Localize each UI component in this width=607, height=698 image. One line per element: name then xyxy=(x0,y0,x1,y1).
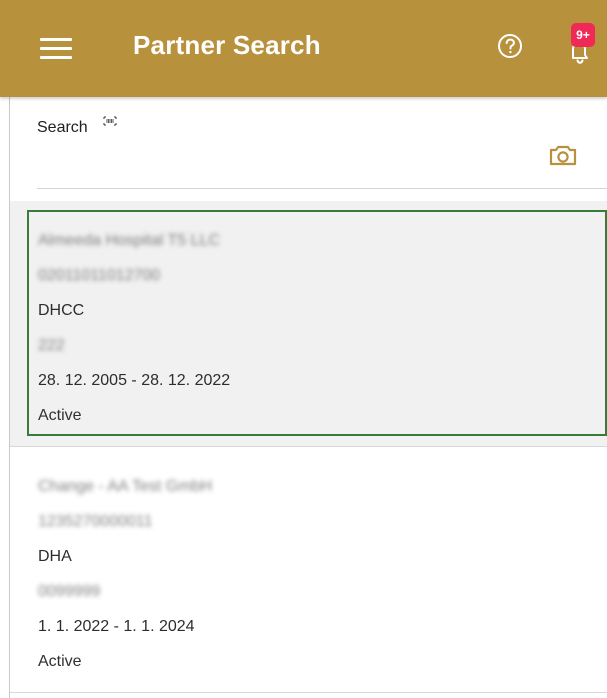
help-icon xyxy=(498,34,522,58)
partner-results-list: Almeeda Hospital T5 LLC 02011011012700 D… xyxy=(10,201,607,693)
partner-search-screen: Partner Search 9+ Search Almeeda Hospita… xyxy=(0,0,607,698)
partner-id: 1235270000011 xyxy=(38,512,153,530)
partner-date-range: 28. 12. 2005 - 28. 12. 2022 xyxy=(38,371,231,389)
partner-status: Active xyxy=(38,652,82,670)
partner-status: Active xyxy=(38,406,82,424)
search-input[interactable] xyxy=(37,143,541,179)
barcode-icon[interactable] xyxy=(103,116,117,126)
partner-code: 0099999 xyxy=(38,582,101,600)
partner-type: DHCC xyxy=(38,301,85,319)
partner-name: Change - AA Test GmbH xyxy=(38,477,213,495)
search-divider xyxy=(37,188,607,189)
menu-icon-line xyxy=(40,38,72,41)
help-button[interactable] xyxy=(497,33,523,59)
menu-icon-line xyxy=(40,47,72,50)
app-header: Partner Search 9+ xyxy=(0,0,607,97)
camera-button[interactable] xyxy=(546,140,580,170)
partner-result-card[interactable]: Almeeda Hospital T5 LLC 02011011012700 D… xyxy=(10,201,607,447)
page-title: Partner Search xyxy=(133,30,321,60)
camera-icon xyxy=(549,145,577,166)
menu-icon-line xyxy=(40,56,72,59)
partner-name: Almeeda Hospital T5 LLC xyxy=(38,231,221,249)
partner-result-card[interactable]: Change - AA Test GmbH 1235270000011 DHA … xyxy=(10,447,607,693)
partner-date-range: 1. 1. 2022 - 1. 1. 2024 xyxy=(38,617,195,635)
search-panel: Search xyxy=(10,97,607,190)
partner-details: Change - AA Test GmbH 1235270000011 DHA … xyxy=(38,469,598,679)
partner-type: DHA xyxy=(38,547,72,565)
menu-button[interactable] xyxy=(40,36,72,60)
partner-code: 222 xyxy=(38,336,65,354)
partner-details: Almeeda Hospital T5 LLC 02011011012700 D… xyxy=(38,223,598,433)
search-label: Search xyxy=(37,119,88,136)
partner-id: 02011011012700 xyxy=(38,266,161,284)
notification-badge[interactable]: 9+ xyxy=(571,23,595,47)
left-window-edge xyxy=(0,0,10,698)
